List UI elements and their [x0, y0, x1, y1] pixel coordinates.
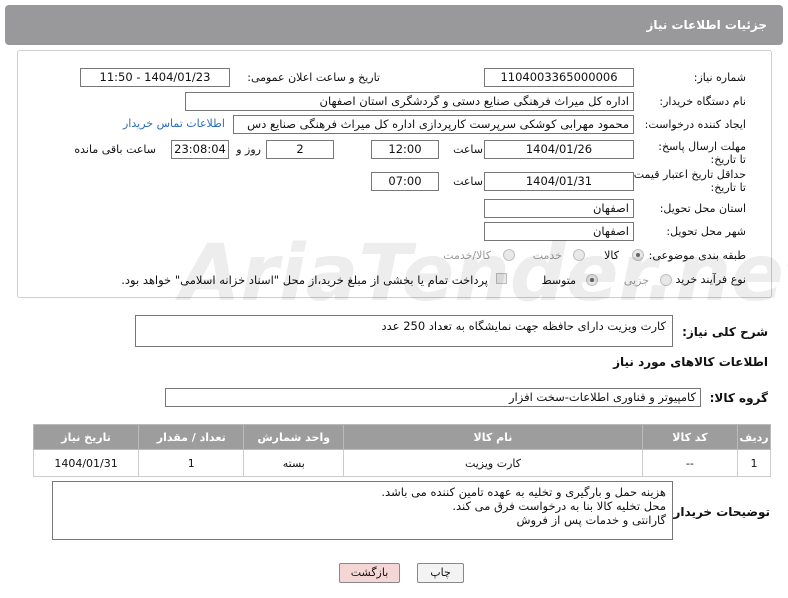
page-title: جزئیات اطلاعات نیاز: [646, 18, 767, 32]
price-time-field: 07:00: [371, 172, 439, 191]
cell-name: کارت ویزیت: [343, 449, 643, 477]
category-radio-both[interactable]: [503, 249, 515, 261]
city-label: شهر محل تحویل:: [666, 225, 746, 238]
col-name: نام کالا: [343, 424, 643, 450]
buyer-contact-link[interactable]: اطلاعات تماس خریدار: [123, 117, 225, 130]
cell-qty: 1: [138, 449, 245, 477]
cell-unit: بسته: [243, 449, 345, 477]
process-radio-medium[interactable]: [586, 274, 598, 286]
creator-field: محمود مهرابی کوشکی سرپرست کارپردازی ادار…: [233, 115, 634, 134]
goods-section-title: اطلاعات کالاهای مورد نیاز: [613, 355, 768, 369]
header-bar: جزئیات اطلاعات نیاز: [5, 5, 783, 45]
announce-field: 1404/01/23 - 11:50: [80, 68, 230, 87]
category-radio-goods[interactable]: [632, 249, 644, 261]
description-label: شرح کلی نیاز:: [682, 325, 768, 339]
need-number-label: شماره نیاز:: [693, 71, 746, 84]
reply-date-field: 1404/01/26: [484, 140, 634, 159]
price-date-field: 1404/01/31: [484, 172, 634, 191]
need-details-page: جزئیات اطلاعات نیاز شماره نیاز: 11040033…: [0, 0, 788, 598]
goods-table-header: ردیف کد کالا نام کالا واحد شمارش تعداد /…: [32, 424, 771, 450]
reply-time-field: 12:00: [371, 140, 439, 159]
buyer-org-field: اداره کل میراث فرهنگی صنایع دستی و گردشگ…: [185, 92, 634, 111]
process-option-medium: متوسط: [541, 274, 576, 287]
creator-label: ایجاد کننده درخواست:: [644, 118, 746, 131]
days-label: روز و: [236, 143, 261, 156]
col-unit: واحد شمارش: [243, 424, 345, 450]
price-deadline-label: حداقل تاریخ اعتبار قیمت: تا تاریخ:: [630, 168, 746, 194]
cell-row: 1: [737, 449, 771, 477]
col-qty: تعداد / مقدار: [138, 424, 245, 450]
cell-code: --: [641, 449, 739, 477]
treasury-payment-checkbox[interactable]: [496, 273, 507, 284]
process-radio-minor[interactable]: [660, 274, 672, 286]
category-option-service: خدمت: [532, 249, 562, 262]
buyer-org-label: نام دستگاه خریدار:: [659, 95, 746, 108]
price-time-label: ساعت: [453, 175, 483, 188]
days-field: 2: [266, 140, 334, 159]
process-label: نوع فرآیند خرید :: [668, 273, 746, 286]
remaining-label: ساعت باقی مانده: [74, 143, 156, 156]
process-option-minor: جزیی: [623, 274, 649, 287]
announce-label: تاریخ و ساعت اعلان عمومی:: [247, 71, 380, 84]
table-row: 1 -- کارت ویزیت بسته 1 1404/01/31: [32, 449, 771, 477]
back-button[interactable]: بازگشت: [339, 563, 400, 583]
province-field: اصفهان: [484, 199, 634, 218]
buyer-notes-textarea: هزینه حمل و بارگیری و تخلیه به عهده تامی…: [52, 481, 673, 540]
category-option-goods: کالا: [604, 249, 619, 262]
category-radio-service[interactable]: [573, 249, 585, 261]
reply-time-label: ساعت: [453, 143, 483, 156]
category-label: طبقه بندی موضوعی:: [648, 249, 746, 262]
col-date: تاریخ نیاز: [32, 424, 140, 450]
treasury-payment-note: پرداخت تمام یا بخشی از مبلغ خرید،از محل …: [121, 273, 488, 287]
category-option-both: کالا/خدمت: [443, 249, 491, 262]
need-number-field: 1104003365000006: [484, 68, 634, 87]
buyer-notes-label: توضیحات خریدار:: [668, 505, 770, 519]
reply-deadline-label: مهلت ارسال پاسخ: تا تاریخ:: [658, 140, 746, 166]
cell-date: 1404/01/31: [32, 449, 140, 477]
col-code: کد کالا: [641, 424, 739, 450]
col-row: ردیف: [737, 424, 771, 450]
goods-group-label: گروه کالا:: [709, 391, 768, 405]
goods-table: ردیف کد کالا نام کالا واحد شمارش تعداد /…: [32, 424, 771, 477]
remaining-time-field: 23:08:04: [171, 140, 229, 159]
city-field: اصفهان: [484, 222, 634, 241]
province-label: استان محل تحویل:: [659, 202, 746, 215]
description-textarea: کارت ویزیت دارای حافظه جهت نمایشگاه به ت…: [135, 315, 673, 347]
print-button[interactable]: چاپ: [417, 563, 464, 583]
goods-group-field: کامپیوتر و فناوری اطلاعات-سخت افزار: [165, 388, 701, 407]
